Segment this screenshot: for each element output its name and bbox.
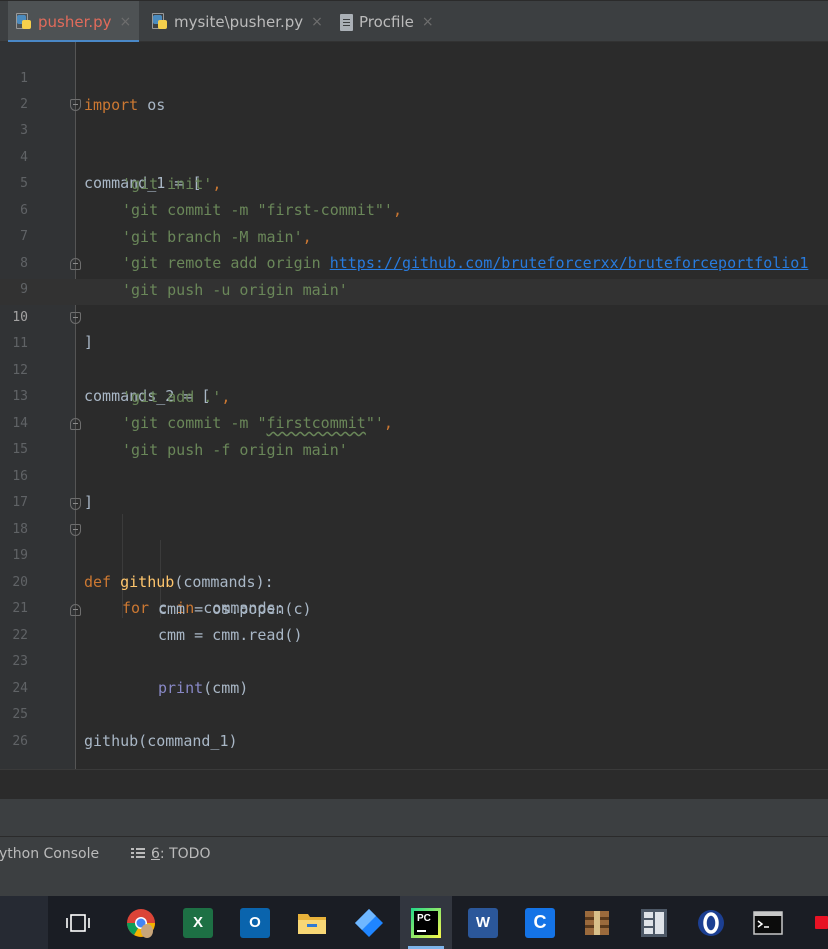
excel-button[interactable]: X	[172, 896, 224, 949]
code-line: 5 'git commit -m "first-commit"',	[0, 145, 828, 219]
pycharm-icon: PC	[411, 907, 441, 938]
chrome-icon	[127, 908, 155, 938]
todo-tab[interactable]: 6: TODO	[131, 837, 210, 871]
tab-label: pusher.py	[38, 13, 112, 31]
fold-icon[interactable]	[70, 604, 81, 616]
close-icon[interactable]: ×	[120, 14, 132, 30]
code-line: 6 'git branch -M main',	[0, 172, 828, 246]
power-automate-icon	[355, 908, 383, 937]
code-line: 7 'git remote add origin https://github.…	[0, 198, 828, 272]
code-editor[interactable]: 1 import os 2 3 command_1 = [ 4 'git ini…	[0, 42, 828, 769]
code-line: 13 'git commit -m "firstcommit"',	[0, 358, 828, 432]
fold-icon[interactable]	[70, 498, 81, 510]
tab-label: Procfile	[359, 13, 414, 31]
fold-icon[interactable]	[70, 99, 81, 111]
power-automate-button[interactable]	[343, 896, 395, 949]
status-bar	[0, 870, 828, 896]
list-icon	[131, 848, 145, 859]
tab-procfile[interactable]: Procfile ×	[332, 1, 442, 43]
task-view-button[interactable]	[52, 896, 104, 949]
code-line: 1 import os	[0, 40, 828, 114]
winrar-icon	[585, 910, 609, 935]
code-line: 10	[0, 279, 828, 325]
tool-window-area	[0, 799, 828, 836]
code-line: 23	[0, 623, 828, 669]
python-console-tab[interactable]: ython Console	[0, 837, 99, 871]
text-file-icon	[340, 13, 353, 31]
code-line: 25 github(command_1)	[0, 676, 828, 750]
code-line: 2	[0, 66, 828, 112]
outlook-icon: O	[240, 907, 270, 938]
horizontal-scrollbar[interactable]	[0, 769, 828, 799]
code-line: 26	[0, 703, 828, 749]
code-line: 24	[0, 650, 828, 696]
terminal-icon	[753, 910, 783, 935]
todo-shortcut: 6	[151, 846, 160, 862]
code-line: 19 for c in commands:	[0, 517, 828, 617]
code-line: 22 print(cmm)	[0, 597, 828, 697]
line-number: 26	[12, 734, 28, 749]
code-line: 8 'git push -u origin main'	[0, 225, 828, 299]
excel-icon: X	[183, 907, 213, 938]
winrar-button[interactable]	[571, 896, 623, 949]
code-line: 9 ]	[0, 251, 828, 351]
close-icon[interactable]: ×	[311, 14, 323, 30]
code-line: 21 cmm = cmm.read()	[0, 570, 828, 644]
file-explorer-button[interactable]	[286, 896, 338, 949]
file-explorer-icon	[298, 913, 326, 934]
tab-label: mysite\pusher.py	[174, 13, 304, 31]
code-line: 4 'git init',	[0, 119, 828, 193]
taskbar-search-area[interactable]	[0, 896, 48, 949]
red-app-button[interactable]	[799, 896, 828, 949]
code-line: 20 cmm = os.popen(c)	[0, 544, 828, 618]
python-file-icon	[152, 13, 168, 31]
fold-icon[interactable]	[70, 524, 81, 536]
pycharm-icon-label: PC	[417, 912, 431, 924]
code-line: 3 command_1 = [	[0, 92, 828, 192]
python-file-icon	[16, 13, 32, 31]
code-line: 18 def github(commands):	[0, 491, 828, 591]
c-app-button[interactable]: C	[514, 896, 566, 949]
code-text: github(command_1)	[84, 732, 238, 750]
task-view-icon	[66, 913, 90, 932]
app-grid-button[interactable]	[628, 896, 680, 949]
app-grid-icon	[641, 908, 667, 937]
todo-label: : TODO	[159, 846, 211, 862]
word-button[interactable]: W	[457, 896, 509, 949]
code-line: 11 commands_2 = [	[0, 305, 828, 405]
windows-taskbar: X O PC W C	[0, 896, 828, 949]
opera-button[interactable]	[685, 896, 737, 949]
tab-pusher-py[interactable]: pusher.py ×	[8, 1, 140, 43]
code-line: 17	[0, 464, 828, 510]
red-app-icon	[815, 916, 828, 929]
outlook-button[interactable]: O	[229, 896, 281, 949]
editor-tab-bar: pusher.py × mysite\pusher.py × Procfile …	[0, 0, 828, 43]
code-line: 12 'git add .',	[0, 332, 828, 406]
terminal-button[interactable]	[742, 896, 794, 949]
code-line: 14 'git push -f origin main'	[0, 385, 828, 459]
c-app-icon: C	[525, 907, 555, 938]
pycharm-button[interactable]: PC	[400, 896, 452, 949]
tool-window-bar: ython Console 6: TODO	[0, 836, 828, 870]
close-icon[interactable]: ×	[422, 14, 434, 30]
chrome-button[interactable]	[115, 896, 167, 949]
fold-icon[interactable]	[70, 312, 81, 324]
code-line: 15 ]	[0, 411, 828, 511]
opera-icon	[698, 909, 724, 936]
code-line: 16	[0, 438, 828, 484]
fold-icon[interactable]	[70, 258, 81, 270]
fold-icon[interactable]	[70, 418, 81, 430]
word-icon: W	[468, 907, 498, 938]
tab-mysite-pusher-py[interactable]: mysite\pusher.py ×	[144, 1, 331, 43]
